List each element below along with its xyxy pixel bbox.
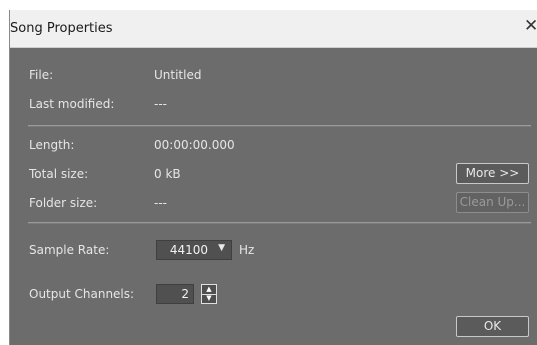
- length-value: 00:00:00.000: [154, 138, 235, 152]
- dialog-title: Song Properties: [10, 21, 113, 36]
- total-size-value: 0 kB: [154, 167, 181, 181]
- total-size-label: Total size:: [29, 167, 89, 181]
- last-modified-label: Last modified:: [29, 97, 115, 111]
- sample-rate-select[interactable]: 44100 ▼: [156, 240, 232, 260]
- title-bar: Song Properties ✕: [10, 10, 537, 48]
- length-label: Length:: [29, 138, 75, 152]
- last-modified-value: ---: [154, 97, 167, 111]
- file-value: Untitled: [154, 68, 202, 82]
- separator-bottom: [28, 222, 531, 224]
- folder-size-value: ---: [154, 196, 167, 210]
- file-label: File:: [29, 68, 54, 82]
- folder-size-label: Folder size:: [29, 196, 98, 210]
- output-channels-value: 2: [181, 287, 189, 301]
- output-channels-stepper[interactable]: ▲ ▼: [201, 284, 217, 304]
- sample-rate-unit: Hz: [239, 243, 255, 257]
- clean-up-button[interactable]: Clean Up...: [456, 192, 529, 213]
- more-button[interactable]: More >>: [456, 163, 529, 184]
- output-channels-label: Output Channels:: [29, 287, 135, 301]
- close-icon[interactable]: ✕: [524, 16, 537, 36]
- ok-button[interactable]: OK: [456, 316, 529, 337]
- decrement-arrow-icon[interactable]: ▼: [202, 294, 216, 303]
- song-properties-dialog: Song Properties ✕ File: Untitled Last mo…: [9, 10, 537, 345]
- chevron-down-icon: ▼: [218, 243, 225, 253]
- output-channels-field[interactable]: 2: [156, 284, 194, 304]
- separator-top: [28, 125, 531, 127]
- sample-rate-value: 44100: [169, 243, 208, 257]
- sample-rate-label: Sample Rate:: [29, 243, 110, 257]
